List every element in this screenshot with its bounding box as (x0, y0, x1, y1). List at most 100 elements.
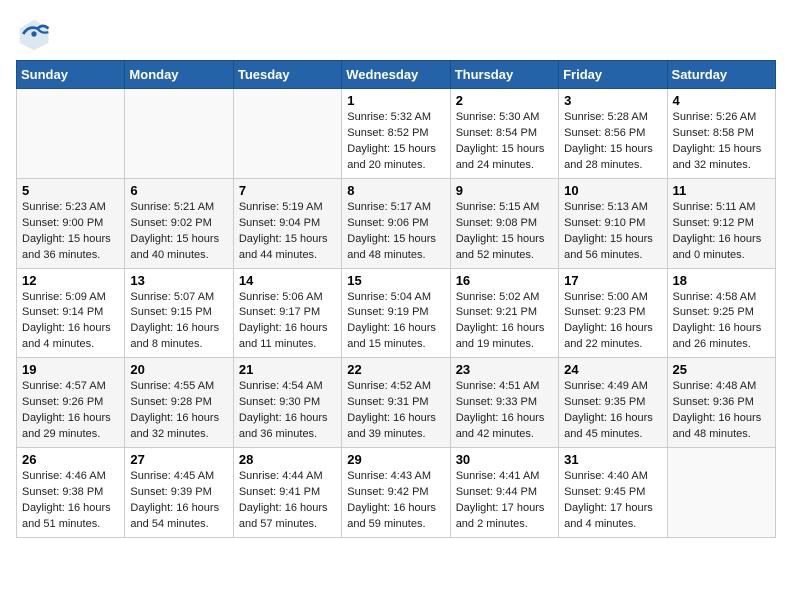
day-info: Sunrise: 4:57 AM Sunset: 9:26 PM Dayligh… (22, 379, 119, 443)
day-number: 15 (347, 273, 444, 288)
day-number: 22 (347, 362, 444, 377)
calendar-cell: 1 Sunrise: 5:32 AM Sunset: 8:52 PM Daylig… (342, 89, 450, 179)
day-info: Sunrise: 5:06 AM Sunset: 9:17 PM Dayligh… (239, 290, 336, 354)
day-info: Sunrise: 4:54 AM Sunset: 9:30 PM Dayligh… (239, 379, 336, 443)
header-cell-friday: Friday (559, 61, 667, 89)
day-number: 25 (673, 362, 770, 377)
day-info: Sunrise: 5:23 AM Sunset: 9:00 PM Dayligh… (22, 200, 119, 264)
calendar-cell: 24 Sunrise: 4:49 AM Sunset: 9:35 PM Dayli… (559, 358, 667, 448)
calendar-cell: 25 Sunrise: 4:48 AM Sunset: 9:36 PM Dayli… (667, 358, 775, 448)
header-cell-wednesday: Wednesday (342, 61, 450, 89)
calendar-cell: 12Sunrise: 5:09 AM Sunset: 9:14 PM Dayli… (17, 268, 125, 358)
calendar-cell: 5 Sunrise: 5:23 AM Sunset: 9:00 PM Daylig… (17, 178, 125, 268)
calendar-cell: 28 Sunrise: 4:44 AM Sunset: 9:41 PM Dayli… (233, 448, 341, 538)
day-info: Sunrise: 4:45 AM Sunset: 9:39 PM Dayligh… (130, 469, 227, 533)
day-info: Sunrise: 4:49 AM Sunset: 9:35 PM Dayligh… (564, 379, 661, 443)
day-number: 31 (564, 452, 661, 467)
day-info: Sunrise: 5:26 AM Sunset: 8:58 PM Dayligh… (673, 110, 770, 174)
week-row-4: 19 Sunrise: 4:57 AM Sunset: 9:26 PM Dayli… (17, 358, 776, 448)
day-number: 19 (22, 362, 119, 377)
day-number: 29 (347, 452, 444, 467)
header-cell-monday: Monday (125, 61, 233, 89)
calendar-cell (125, 89, 233, 179)
calendar-cell: 7 Sunrise: 5:19 AM Sunset: 9:04 PM Daylig… (233, 178, 341, 268)
day-info: Sunrise: 5:17 AM Sunset: 9:06 PM Dayligh… (347, 200, 444, 264)
day-info: Sunrise: 5:13 AM Sunset: 9:10 PM Dayligh… (564, 200, 661, 264)
day-info: Sunrise: 4:40 AM Sunset: 9:45 PM Dayligh… (564, 469, 661, 533)
day-number: 27 (130, 452, 227, 467)
week-row-3: 12Sunrise: 5:09 AM Sunset: 9:14 PM Dayli… (17, 268, 776, 358)
calendar-cell: 15 Sunrise: 5:04 AM Sunset: 9:19 PM Dayli… (342, 268, 450, 358)
day-number: 17 (564, 273, 661, 288)
calendar-cell: 9 Sunrise: 5:15 AM Sunset: 9:08 PM Daylig… (450, 178, 558, 268)
day-info: Sunrise: 5:09 AM Sunset: 9:14 PM Dayligh… (22, 290, 119, 354)
day-info: Sunrise: 5:32 AM Sunset: 8:52 PM Dayligh… (347, 110, 444, 174)
day-number: 28 (239, 452, 336, 467)
day-number: 26 (22, 452, 119, 467)
calendar-cell (17, 89, 125, 179)
day-number: 11 (673, 183, 770, 198)
day-number: 20 (130, 362, 227, 377)
calendar-cell: 19 Sunrise: 4:57 AM Sunset: 9:26 PM Dayli… (17, 358, 125, 448)
calendar-cell: 18 Sunrise: 4:58 AM Sunset: 9:25 PM Dayli… (667, 268, 775, 358)
day-number: 2 (456, 93, 553, 108)
header (16, 16, 776, 52)
calendar-cell: 16 Sunrise: 5:02 AM Sunset: 9:21 PM Dayli… (450, 268, 558, 358)
calendar-cell: 4 Sunrise: 5:26 AM Sunset: 8:58 PM Daylig… (667, 89, 775, 179)
day-number: 23 (456, 362, 553, 377)
day-info: Sunrise: 4:43 AM Sunset: 9:42 PM Dayligh… (347, 469, 444, 533)
day-number: 3 (564, 93, 661, 108)
day-info: Sunrise: 4:51 AM Sunset: 9:33 PM Dayligh… (456, 379, 553, 443)
logo (16, 16, 56, 52)
week-row-5: 26 Sunrise: 4:46 AM Sunset: 9:38 PM Dayli… (17, 448, 776, 538)
day-number: 5 (22, 183, 119, 198)
day-info: Sunrise: 5:30 AM Sunset: 8:54 PM Dayligh… (456, 110, 553, 174)
day-info: Sunrise: 5:04 AM Sunset: 9:19 PM Dayligh… (347, 290, 444, 354)
day-info: Sunrise: 5:15 AM Sunset: 9:08 PM Dayligh… (456, 200, 553, 264)
calendar-cell: 26 Sunrise: 4:46 AM Sunset: 9:38 PM Dayli… (17, 448, 125, 538)
day-number: 4 (673, 93, 770, 108)
day-number: 30 (456, 452, 553, 467)
day-info: Sunrise: 5:19 AM Sunset: 9:04 PM Dayligh… (239, 200, 336, 264)
header-cell-saturday: Saturday (667, 61, 775, 89)
day-number: 9 (456, 183, 553, 198)
calendar-cell: 30 Sunrise: 4:41 AM Sunset: 9:44 PM Dayli… (450, 448, 558, 538)
week-row-2: 5 Sunrise: 5:23 AM Sunset: 9:00 PM Daylig… (17, 178, 776, 268)
calendar-cell: 8 Sunrise: 5:17 AM Sunset: 9:06 PM Daylig… (342, 178, 450, 268)
logo-icon (16, 16, 52, 52)
calendar-cell: 14Sunrise: 5:06 AM Sunset: 9:17 PM Dayli… (233, 268, 341, 358)
calendar-cell (233, 89, 341, 179)
day-number: 13 (130, 273, 227, 288)
calendar-body: 1 Sunrise: 5:32 AM Sunset: 8:52 PM Daylig… (17, 89, 776, 538)
calendar-cell: 2 Sunrise: 5:30 AM Sunset: 8:54 PM Daylig… (450, 89, 558, 179)
calendar-cell: 10Sunrise: 5:13 AM Sunset: 9:10 PM Dayli… (559, 178, 667, 268)
day-number: 24 (564, 362, 661, 377)
calendar-cell: 22Sunrise: 4:52 AM Sunset: 9:31 PM Dayli… (342, 358, 450, 448)
calendar-cell: 6 Sunrise: 5:21 AM Sunset: 9:02 PM Daylig… (125, 178, 233, 268)
day-number: 18 (673, 273, 770, 288)
day-info: Sunrise: 4:44 AM Sunset: 9:41 PM Dayligh… (239, 469, 336, 533)
calendar-cell: 13Sunrise: 5:07 AM Sunset: 9:15 PM Dayli… (125, 268, 233, 358)
header-cell-tuesday: Tuesday (233, 61, 341, 89)
day-number: 7 (239, 183, 336, 198)
calendar-cell (667, 448, 775, 538)
day-info: Sunrise: 4:41 AM Sunset: 9:44 PM Dayligh… (456, 469, 553, 533)
day-number: 1 (347, 93, 444, 108)
calendar-cell: 29 Sunrise: 4:43 AM Sunset: 9:42 PM Dayli… (342, 448, 450, 538)
day-number: 8 (347, 183, 444, 198)
day-info: Sunrise: 5:21 AM Sunset: 9:02 PM Dayligh… (130, 200, 227, 264)
day-info: Sunrise: 5:02 AM Sunset: 9:21 PM Dayligh… (456, 290, 553, 354)
day-number: 16 (456, 273, 553, 288)
day-info: Sunrise: 4:48 AM Sunset: 9:36 PM Dayligh… (673, 379, 770, 443)
calendar-table: SundayMondayTuesdayWednesdayThursdayFrid… (16, 60, 776, 538)
day-info: Sunrise: 4:46 AM Sunset: 9:38 PM Dayligh… (22, 469, 119, 533)
calendar-cell: 31 Sunrise: 4:40 AM Sunset: 9:45 PM Dayli… (559, 448, 667, 538)
header-cell-thursday: Thursday (450, 61, 558, 89)
calendar-cell: 27 Sunrise: 4:45 AM Sunset: 9:39 PM Dayli… (125, 448, 233, 538)
day-info: Sunrise: 4:58 AM Sunset: 9:25 PM Dayligh… (673, 290, 770, 354)
header-row: SundayMondayTuesdayWednesdayThursdayFrid… (17, 61, 776, 89)
day-number: 6 (130, 183, 227, 198)
day-info: Sunrise: 5:11 AM Sunset: 9:12 PM Dayligh… (673, 200, 770, 264)
calendar-cell: 17 Sunrise: 5:00 AM Sunset: 9:23 PM Dayli… (559, 268, 667, 358)
day-info: Sunrise: 5:00 AM Sunset: 9:23 PM Dayligh… (564, 290, 661, 354)
